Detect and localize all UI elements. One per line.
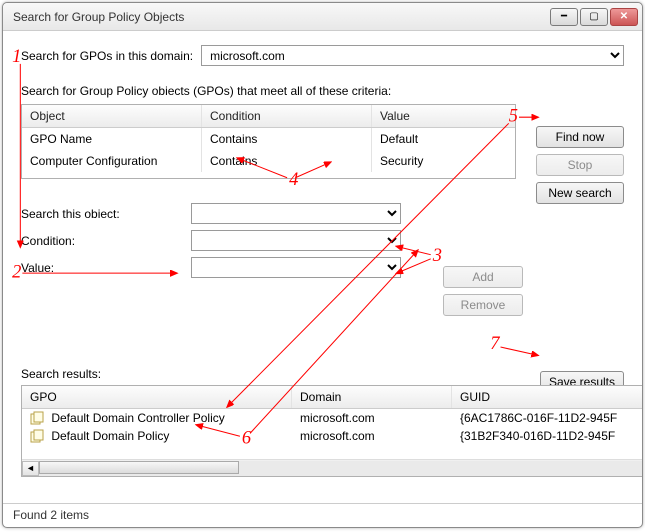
criteria-form: Search this obiect: Condition: Value:	[21, 203, 516, 278]
stop-button[interactable]: Stop	[536, 154, 624, 176]
svg-text:1: 1	[12, 46, 21, 66]
results-header-domain[interactable]: Domain	[292, 386, 452, 408]
search-object-label: Search this obiect:	[21, 207, 191, 221]
criteria-cell-object: GPO Name	[22, 128, 202, 150]
criteria-table: Object Condition Value GPO Name Contains…	[21, 104, 516, 179]
criteria-row[interactable]: GPO Name Contains Default	[22, 128, 515, 150]
svg-text:2: 2	[12, 261, 21, 281]
scroll-thumb[interactable]	[39, 461, 239, 474]
side-buttons: Find now Stop New search	[536, 126, 624, 204]
criteria-header-condition[interactable]: Condition	[202, 105, 372, 127]
status-text: Found 2 items	[13, 508, 89, 522]
add-button[interactable]: Add	[443, 266, 523, 288]
maximize-button[interactable]: ▢	[580, 8, 608, 26]
titlebar: Search for Group Policy Objects ━ ▢ ✕	[3, 3, 642, 31]
results-row[interactable]: Default Domain Controller Policy microso…	[22, 409, 642, 427]
criteria-cell-value: Default	[372, 128, 515, 150]
dialog-body: Search for GPOs in this domain: microsof…	[3, 31, 642, 503]
criteria-cell-value: Security	[372, 150, 515, 172]
gpo-icon	[30, 411, 44, 425]
minimize-button[interactable]: ━	[550, 8, 578, 26]
new-search-button[interactable]: New search	[536, 182, 624, 204]
domain-label: Search for GPOs in this domain:	[21, 49, 193, 63]
condition-select[interactable]	[191, 230, 401, 251]
window-buttons: ━ ▢ ✕	[550, 8, 638, 26]
remove-button[interactable]: Remove	[443, 294, 523, 316]
criteria-row[interactable]: Computer Configuration Contains Security	[22, 150, 515, 172]
scroll-track[interactable]	[39, 461, 642, 476]
results-cell-gpo: Default Domain Controller Policy	[22, 410, 292, 426]
form-buttons: Add Remove	[443, 266, 523, 316]
value-label: Value:	[21, 261, 191, 275]
criteria-cell-condition: Contains	[202, 128, 372, 150]
results-row[interactable]: Default Domain Policy microsoft.com {31B…	[22, 427, 642, 445]
find-now-button[interactable]: Find now	[536, 126, 624, 148]
results-cell-guid: {31B2F340-016D-11D2-945F	[452, 428, 642, 444]
results-header: GPO Domain GUID	[22, 386, 642, 409]
results-cell-gpo: Default Domain Policy	[22, 428, 292, 444]
criteria-header: Object Condition Value	[22, 105, 515, 128]
close-button[interactable]: ✕	[610, 8, 638, 26]
gpo-icon	[30, 429, 44, 443]
results-body: Default Domain Controller Policy microso…	[22, 409, 642, 459]
value-select[interactable]	[191, 257, 401, 278]
results-header-guid[interactable]: GUID	[452, 386, 642, 408]
scroll-left-icon[interactable]: ◄	[22, 461, 39, 476]
results-scrollbar[interactable]: ◄ ►	[22, 459, 642, 476]
results-cell-domain: microsoft.com	[292, 428, 452, 444]
criteria-body: GPO Name Contains Default Computer Confi…	[22, 128, 515, 178]
criteria-header-value[interactable]: Value	[372, 105, 515, 127]
svg-text:7: 7	[490, 333, 500, 353]
results-header-gpo[interactable]: GPO	[22, 386, 292, 408]
domain-select[interactable]: microsoft.com	[201, 45, 624, 66]
window: Search for Group Policy Objects ━ ▢ ✕ Se…	[2, 2, 643, 528]
criteria-header-object[interactable]: Object	[22, 105, 202, 127]
results-cell-domain: microsoft.com	[292, 410, 452, 426]
domain-row: Search for GPOs in this domain: microsof…	[21, 45, 624, 66]
results-cell-guid: {6AC1786C-016F-11D2-945F	[452, 410, 642, 426]
criteria-cell-condition: Contains	[202, 150, 372, 172]
search-object-select[interactable]	[191, 203, 401, 224]
status-bar: Found 2 items	[3, 503, 642, 527]
results-table: GPO Domain GUID Default Domain Controlle…	[21, 385, 642, 477]
criteria-label: Search for Group Policy obiects (GPOs) t…	[21, 84, 624, 98]
results-label: Search results:	[21, 367, 101, 381]
criteria-cell-object: Computer Configuration	[22, 150, 202, 172]
window-title: Search for Group Policy Objects	[13, 10, 550, 24]
condition-label: Condition:	[21, 234, 191, 248]
